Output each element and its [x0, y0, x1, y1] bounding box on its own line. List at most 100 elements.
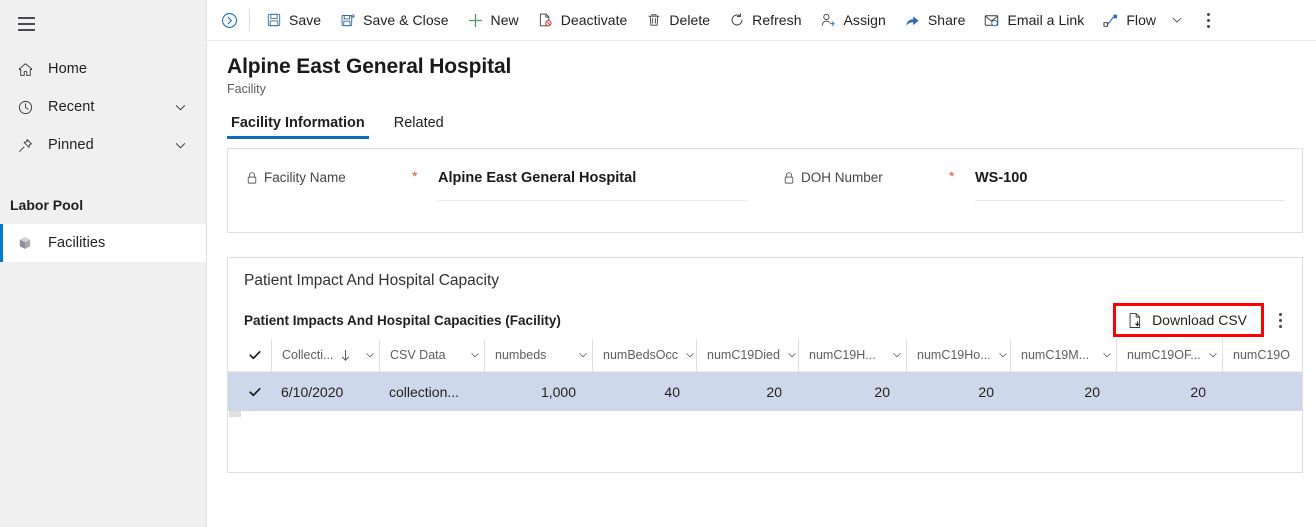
page-subtitle: Facility: [227, 82, 266, 96]
save-close-icon: [339, 12, 356, 29]
sidebar-item-facilities[interactable]: Facilities: [0, 224, 206, 262]
sidebar-item-recent[interactable]: Recent: [0, 88, 206, 126]
chevron-down-icon[interactable]: [173, 138, 196, 153]
site-map-hamburger-icon[interactable]: [10, 4, 50, 44]
form-tabs: Facility Information Related: [207, 108, 1316, 139]
row-checkbox[interactable]: [238, 385, 271, 399]
row-resize-handle: [229, 411, 241, 417]
email-a-link-button[interactable]: Email a Link: [974, 2, 1093, 39]
save-and-close-button[interactable]: Save & Close: [330, 2, 457, 39]
expand-panel-icon[interactable]: [211, 2, 247, 38]
field-value: Alpine East General Hospital: [438, 169, 747, 201]
share-button[interactable]: Share: [895, 2, 975, 39]
pin-icon: [14, 135, 36, 155]
chevron-down-icon[interactable]: [463, 349, 481, 361]
lock-icon: [246, 171, 258, 190]
column-header-numc19of[interactable]: numC19OF...: [1116, 338, 1222, 372]
save-icon: [265, 12, 282, 29]
field-doh-number[interactable]: DOH Number * WS-100: [765, 149, 1302, 232]
refresh-icon: [728, 12, 745, 29]
command-label: Assign: [843, 12, 886, 28]
field-label: DOH Number: [801, 170, 883, 185]
sidebar-item-label: Facilities: [48, 235, 106, 251]
subgrid-toolbar: Patient Impacts And Hospital Capacities …: [228, 291, 1302, 337]
clock-icon: [14, 97, 36, 117]
chevron-down-icon[interactable]: [678, 349, 696, 361]
column-header-numc19ho[interactable]: numC19Ho...: [906, 338, 1010, 372]
sidebar-item-home[interactable]: Home: [0, 50, 206, 88]
assign-button[interactable]: Assign: [811, 2, 895, 39]
subgrid-actions: Download CSV: [1113, 303, 1302, 337]
required-marker: *: [949, 168, 955, 184]
main-area: Save Save & Close New Deactivate Delete …: [207, 0, 1316, 527]
tab-label: Facility Information: [231, 115, 365, 131]
cell-numbeds: 1,000: [540, 383, 576, 400]
command-label: Deactivate: [560, 12, 628, 28]
command-label: Save & Close: [363, 12, 449, 28]
column-header-numc19m[interactable]: numC19M...: [1010, 338, 1116, 372]
column-header-collection-date[interactable]: Collecti...: [271, 338, 379, 372]
deactivate-icon: [537, 12, 554, 29]
sidebar-nav-list: Home Recent Pinned Labor Pool Facilities: [0, 50, 206, 262]
chevron-down-icon[interactable]: [1201, 349, 1219, 361]
cell-numc19ho: 20: [978, 383, 994, 400]
column-header-numc19o[interactable]: numC19O: [1222, 338, 1302, 372]
plus-icon: [467, 12, 484, 29]
cell-numc19h: 20: [874, 383, 890, 400]
refresh-button[interactable]: Refresh: [719, 2, 810, 39]
column-header-label: numC19M...: [1021, 348, 1090, 362]
flow-chevron-down-icon[interactable]: [1165, 2, 1189, 39]
sidebar-section-title: Labor Pool: [10, 197, 84, 213]
share-icon: [904, 12, 921, 29]
cube-icon: [14, 233, 36, 253]
column-header-label: numC19Ho...: [917, 348, 991, 362]
save-button[interactable]: Save: [256, 2, 330, 39]
chevron-down-icon[interactable]: [885, 349, 903, 361]
chevron-down-icon[interactable]: [780, 349, 798, 361]
chevron-down-icon[interactable]: [358, 349, 376, 361]
download-csv-label: Download CSV: [1152, 312, 1247, 328]
home-icon: [14, 59, 36, 79]
cell-numc19o: [1222, 372, 1302, 411]
field-facility-name[interactable]: Facility Name * Alpine East General Hosp…: [228, 149, 765, 232]
column-header-csv-data[interactable]: CSV Data: [379, 338, 484, 372]
cell-numbedsocc: 40: [664, 383, 680, 400]
command-label: Save: [289, 12, 322, 28]
delete-button[interactable]: Delete: [636, 2, 719, 39]
tab-facility-information[interactable]: Facility Information: [227, 114, 369, 139]
download-csv-button[interactable]: Download CSV: [1113, 303, 1264, 337]
cell-numc19of: 20: [1190, 383, 1206, 400]
command-bar-overflow-button[interactable]: [1195, 2, 1221, 39]
field-label: Facility Name: [264, 170, 346, 185]
column-header-numc19died[interactable]: numC19Died: [696, 338, 798, 372]
sidebar-item-pinned[interactable]: Pinned: [0, 126, 206, 164]
app-root: Home Recent Pinned Labor Pool Facilities…: [0, 0, 1316, 527]
required-marker: *: [412, 168, 418, 184]
column-header-numc19h[interactable]: numC19H...: [798, 338, 906, 372]
table-row[interactable]: 6/10/2020 collection... 1,000 40 20 20 2…: [228, 372, 1302, 417]
chevron-down-icon[interactable]: [571, 349, 589, 361]
field-value: WS-100: [975, 169, 1284, 201]
chevron-down-icon[interactable]: [173, 100, 196, 115]
new-button[interactable]: New: [458, 2, 528, 39]
chevron-down-icon[interactable]: [991, 349, 1009, 361]
deactivate-button[interactable]: Deactivate: [528, 2, 637, 39]
column-header-label: CSV Data: [390, 348, 446, 362]
page-title: Alpine East General Hospital: [227, 55, 512, 78]
column-header-label: numBedsOcc: [603, 348, 679, 362]
tab-related[interactable]: Related: [390, 114, 448, 139]
command-bar-divider: [249, 9, 250, 31]
subgrid-overflow-button[interactable]: [1268, 306, 1292, 334]
flow-button[interactable]: Flow: [1093, 2, 1165, 39]
column-header-numbedsocc[interactable]: numBedsOcc: [592, 338, 696, 372]
chevron-down-icon[interactable]: [1095, 349, 1113, 361]
column-header-label: numC19O: [1233, 348, 1290, 362]
column-header-numbeds[interactable]: numbeds: [484, 338, 592, 372]
facility-info-card: Facility Name * Alpine East General Hosp…: [227, 148, 1303, 233]
select-all-checkbox[interactable]: [238, 348, 271, 362]
subgrid-table: Collecti... CSV Data numbeds numBedsOcc …: [228, 338, 1302, 417]
command-label: Flow: [1126, 12, 1157, 28]
lock-icon: [783, 171, 795, 190]
email-link-icon: [983, 12, 1000, 29]
sidebar-item-label: Pinned: [48, 137, 94, 153]
